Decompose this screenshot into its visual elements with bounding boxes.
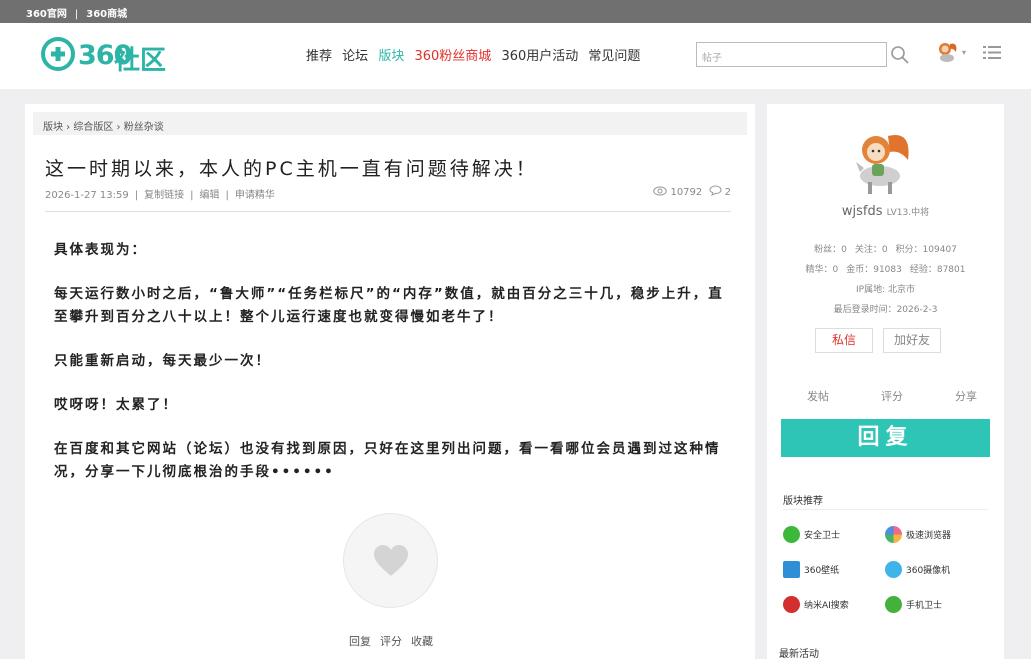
divider xyxy=(45,211,731,212)
user-tabs: 发帖 评分 分享 xyxy=(807,388,977,404)
message-button[interactable]: 私信 xyxy=(815,328,873,353)
post-actions: 回复 评分 收藏 xyxy=(349,633,442,649)
header: 360 社区 推荐 论坛 版块 360粉丝商城 360用户活动 常见问题 帖子 … xyxy=(0,23,1031,89)
post-meta: 2026-1-27 13:59 | 复制链接 | 编辑 | 申请精华 xyxy=(45,190,275,201)
camera-icon xyxy=(885,561,902,578)
recommend-item-browser[interactable]: 极速浏览器 xyxy=(885,526,951,543)
comment-icon xyxy=(709,185,722,196)
nav-item-forum[interactable]: 论坛 xyxy=(342,49,368,64)
post-panel: 版块 › 综合版区 › 粉丝杂谈 这一时期以来，本人的PC主机一直有问题待解决！… xyxy=(25,104,755,659)
recommend-item-camera[interactable]: 360摄像机 xyxy=(885,561,950,578)
section-title: 最新活动 xyxy=(779,649,819,659)
reply-button[interactable]: 回复 xyxy=(781,419,990,457)
user-sidebar: wjsfds LV13.中将 粉丝：0 关注：0 积分：109407 精华：0 金币：… xyxy=(767,104,1004,659)
last-login: 最后登录时间：2026-2-3 xyxy=(833,305,938,315)
username[interactable]: wjsfds LV13.中将 xyxy=(767,204,1004,219)
copy-link-button[interactable]: 复制链接 xyxy=(144,190,184,201)
mobile-guard-icon xyxy=(885,596,902,613)
recommend-label: 安全卫士 xyxy=(804,531,841,541)
user-level: LV13.中将 xyxy=(886,208,930,218)
heart-icon xyxy=(374,545,408,576)
edit-button[interactable]: 编辑 xyxy=(200,190,220,201)
rate-link[interactable]: 评分 xyxy=(380,635,402,648)
tab-posts[interactable]: 发帖 xyxy=(807,388,829,404)
recommend-item-wallpaper[interactable]: 360壁纸 xyxy=(783,561,839,578)
post-paragraph: 每天运行数小时之后，“鲁大师”“任务栏标尺”的“内存”数值，就由百分之三十几，稳… xyxy=(54,286,724,325)
post-title: 这一时期以来，本人的PC主机一直有问题待解决！ xyxy=(45,158,538,180)
like-button[interactable] xyxy=(343,513,438,608)
nav-item-recommend[interactable]: 推荐 xyxy=(306,49,332,64)
username-text: wjsfds xyxy=(841,204,883,219)
comment-count: 2 xyxy=(724,187,731,198)
points-count: 积分：109407 xyxy=(895,245,957,255)
recommend-label: 极速浏览器 xyxy=(906,531,952,541)
official-site-link[interactable]: 360官网 xyxy=(26,9,67,20)
recommend-label: 360壁纸 xyxy=(804,566,840,576)
post-date: 2026-1-27 13:59 xyxy=(45,190,129,201)
favorite-link[interactable]: 收藏 xyxy=(411,635,433,648)
wallpaper-icon xyxy=(783,561,800,578)
menu-icon[interactable] xyxy=(983,45,1001,60)
security-guard-icon xyxy=(783,526,800,543)
featured-count: 精华：0 xyxy=(805,265,839,275)
top-strip: 360官网 | 360商城 xyxy=(0,0,1031,23)
exp-count: 经验：87801 xyxy=(909,265,966,275)
main-nav: 推荐 论坛 版块 360粉丝商城 360用户活动 常见问题 xyxy=(306,45,646,64)
ai-search-icon xyxy=(783,596,800,613)
logo-text: 社区 xyxy=(114,46,167,76)
divider xyxy=(783,509,988,510)
apply-featured-button[interactable]: 申请精华 xyxy=(235,190,275,201)
reply-link[interactable]: 回复 xyxy=(349,635,371,648)
search-icon[interactable] xyxy=(890,45,910,65)
post-paragraph: 在百度和其它网站（论坛）也没有找到原因，只好在这里列出问题，看一看哪位会员遇到过… xyxy=(54,441,721,480)
chevron-down-icon[interactable]: ▾ xyxy=(962,48,966,57)
tab-shares[interactable]: 分享 xyxy=(955,388,977,404)
tab-ratings[interactable]: 评分 xyxy=(881,388,903,404)
search-input[interactable]: 帖子 xyxy=(696,42,887,67)
post-body: 具体表现为： 每天运行数小时之后，“鲁大师”“任务栏标尺”的“内存”数值，就由百… xyxy=(54,239,724,505)
follow-count: 关注：0 xyxy=(854,245,888,255)
user-avatar-icon[interactable] xyxy=(846,126,918,198)
recommend-label: 手机卫士 xyxy=(906,601,943,611)
post-paragraph: 只能重新启动，每天最少一次！ xyxy=(54,353,271,369)
post-paragraph: 哎呀呀！太累了！ xyxy=(54,397,178,413)
breadcrumb[interactable]: 版块 › 综合版区 › 粉丝杂谈 xyxy=(33,112,747,135)
nav-item-boards[interactable]: 版块 xyxy=(378,49,404,64)
ip-location: IP属地: 北京市 xyxy=(856,285,915,295)
fans-count: 粉丝：0 xyxy=(814,245,847,255)
recommend-item-mobile-guard[interactable]: 手机卫士 xyxy=(885,596,942,613)
store-link[interactable]: 360商城 xyxy=(86,9,127,20)
recommend-item-ai-search[interactable]: 纳米AI搜索 xyxy=(783,596,849,613)
browser-icon xyxy=(885,526,902,543)
separator: | xyxy=(74,9,79,20)
user-stats-row: 粉丝：0 关注：0 积分：109407 xyxy=(767,242,1004,255)
add-friend-button[interactable]: 加好友 xyxy=(883,328,941,353)
post-paragraph: 具体表现为： xyxy=(54,242,147,258)
user-stats-row: 精华：0 金币：91083 经验：87801 xyxy=(767,262,1004,275)
recommend-item-security[interactable]: 安全卫士 xyxy=(783,526,840,543)
eye-icon xyxy=(653,186,668,196)
coins-count: 金币：91083 xyxy=(846,265,902,275)
section-title: 版块推荐 xyxy=(783,496,823,507)
recommend-label: 360摄像机 xyxy=(906,566,951,576)
user-avatar-icon[interactable] xyxy=(936,40,960,64)
nav-item-events[interactable]: 360用户活动 xyxy=(501,49,578,64)
view-count: 10792 xyxy=(670,187,703,198)
recommend-label: 纳米AI搜索 xyxy=(804,601,849,611)
post-stats: 10792 2 xyxy=(653,185,731,198)
nav-item-fan-store[interactable]: 360粉丝商城 xyxy=(414,49,491,64)
nav-item-faq[interactable]: 常见问题 xyxy=(588,49,640,64)
